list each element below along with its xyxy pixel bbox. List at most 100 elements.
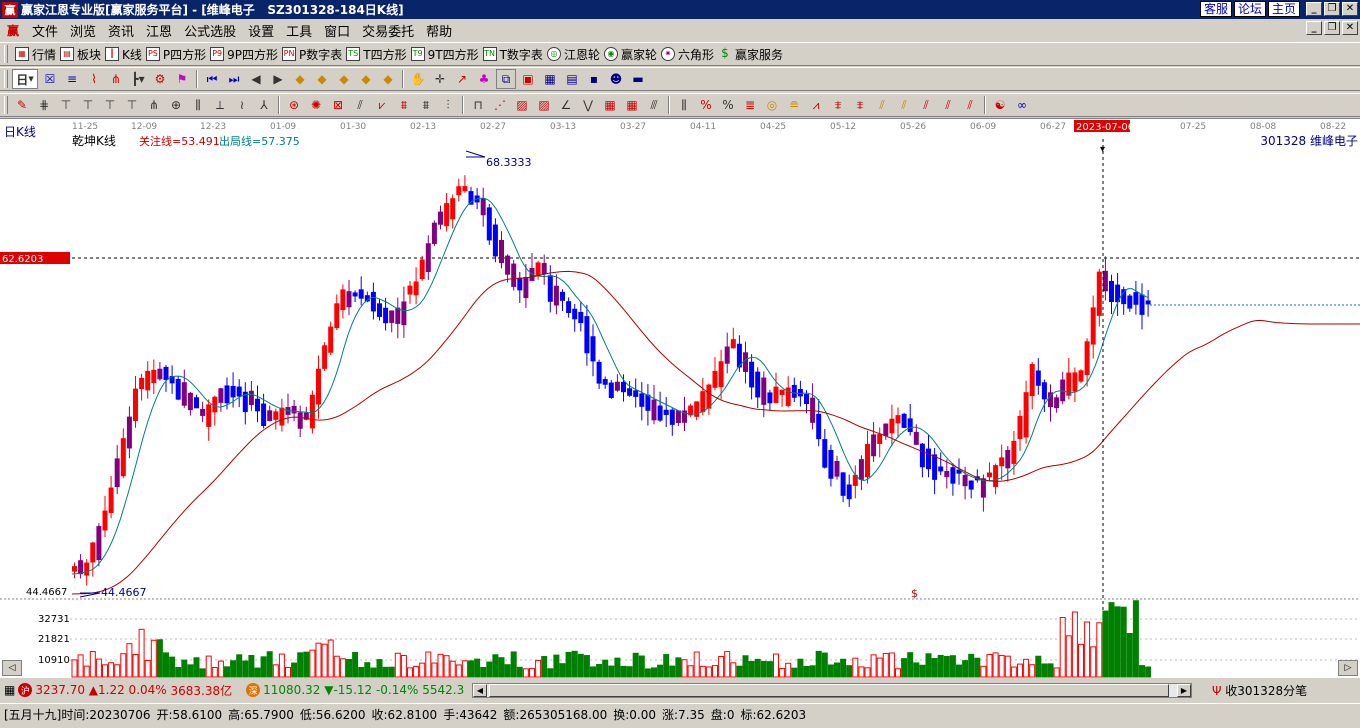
vlines-icon[interactable]: ⋕ xyxy=(34,95,54,115)
p-square-button[interactable]: PS P四方形 xyxy=(145,46,206,63)
angle-icon[interactable]: ∠ xyxy=(556,95,576,115)
menu-formula[interactable]: 公式选股 xyxy=(178,21,242,40)
speed-lines-icon[interactable]: ⫽ xyxy=(350,95,370,115)
menu-gann[interactable]: 江恩 xyxy=(140,21,178,40)
candle-chart-icon[interactable]: ⌇ xyxy=(84,69,104,89)
scroll-thumb[interactable] xyxy=(489,684,1169,697)
arrow-fan2-icon[interactable]: ⫽ xyxy=(894,95,914,115)
step-right-icon[interactable]: ▶ xyxy=(268,69,288,89)
fib2-icon[interactable]: ⊤ xyxy=(78,95,98,115)
chart-area[interactable]: 11-25 12-09 12-23 01-09 01-30 02-13 02-27 03-13… xyxy=(0,118,1360,679)
palette-icon[interactable]: ♣ xyxy=(474,69,494,89)
history-icon[interactable]: ☒ xyxy=(40,69,60,89)
gann-grid-icon[interactable]: ⩩ xyxy=(416,95,436,115)
fan-red-icon[interactable]: ⋰ xyxy=(490,95,510,115)
zoom-in-icon[interactable]: ◆ xyxy=(290,69,310,89)
arc-icon[interactable]: ⅄ xyxy=(254,95,274,115)
menu-news[interactable]: 资讯 xyxy=(102,21,140,40)
zoom-out-icon[interactable]: ◆ xyxy=(312,69,332,89)
ruler-icon[interactable]: ⫼ xyxy=(674,95,694,115)
truck-icon[interactable]: ▬ xyxy=(628,69,648,89)
period-select[interactable]: 日 ▼ xyxy=(12,69,38,89)
wave-icon[interactable]: ≀ xyxy=(232,95,252,115)
menu-browse[interactable]: 浏览 xyxy=(64,21,102,40)
infinity-icon[interactable]: ∞ xyxy=(1012,95,1032,115)
home-link[interactable]: 主页 xyxy=(1267,1,1300,17)
fan-icon[interactable]: ⊤ xyxy=(100,95,120,115)
gann-wheel-button[interactable]: ◎ 江恩轮 xyxy=(546,46,600,63)
calendar-icon[interactable]: ▣ xyxy=(518,69,538,89)
move-down-icon[interactable]: ◆ xyxy=(356,69,376,89)
step-left-icon[interactable]: ◀ xyxy=(246,69,266,89)
close-icon[interactable]: ✕ xyxy=(1342,2,1358,16)
taiji-icon[interactable]: ☯ xyxy=(990,95,1010,115)
draw-line-icon[interactable]: ↗ xyxy=(452,69,472,89)
hand-icon[interactable]: ✋ xyxy=(408,69,428,89)
grid-red-icon[interactable]: ▦ xyxy=(600,95,620,115)
sectors-button[interactable]: ▤ 板块 xyxy=(60,46,101,63)
percent-red-icon[interactable]: % xyxy=(696,95,716,115)
channel-icon[interactable]: ⋔ xyxy=(144,95,164,115)
menu-file[interactable]: 文件 xyxy=(26,21,64,40)
save-icon[interactable]: ▪ xyxy=(584,69,604,89)
forum-link[interactable]: 论坛 xyxy=(1233,1,1266,17)
vee-icon[interactable]: ⋁ xyxy=(578,95,598,115)
cycle-icon[interactable]: ⟂ xyxy=(210,95,230,115)
hexagon-button[interactable]: ✷ 六角形 xyxy=(660,46,714,63)
multi-chart-icon[interactable]: ⋔ xyxy=(106,69,126,89)
speed-icon[interactable]: ⩘ xyxy=(806,95,826,115)
spiral-icon[interactable]: ⫽ xyxy=(916,95,936,115)
quotes-button[interactable]: ▦ 行情 xyxy=(15,46,56,63)
scroll-left-icon[interactable]: ◀ xyxy=(473,684,487,697)
minimize-icon[interactable]: _ xyxy=(1306,2,1322,16)
spiral2-icon[interactable]: ⫽ xyxy=(938,95,958,115)
child-minimize-icon[interactable]: _ xyxy=(1306,21,1322,35)
grid-red2-icon[interactable]: ▦ xyxy=(622,95,642,115)
winner-service-button[interactable]: $ 赢家服务 xyxy=(718,46,783,63)
fib-icon[interactable]: ⊤ xyxy=(56,95,76,115)
winner-wheel-button[interactable]: ◉ 赢家轮 xyxy=(603,46,657,63)
horizontal-scrollbar[interactable]: ◀ ▶ xyxy=(472,683,1192,698)
t-number-button[interactable]: TN T数字表 xyxy=(482,46,543,63)
coin-lines-icon[interactable]: ≘ xyxy=(784,95,804,115)
p9-square-button[interactable]: P9 9P四方形 xyxy=(210,46,278,63)
fan2-icon[interactable]: ⊤ xyxy=(122,95,142,115)
restore-icon[interactable]: ❐ xyxy=(1324,2,1340,16)
formula-icon[interactable]: ⚙ xyxy=(150,69,170,89)
bars-icon[interactable]: ⫼ xyxy=(188,95,208,115)
menu-tools[interactable]: 工具 xyxy=(280,21,318,40)
first-bar-icon[interactable]: ⏮ xyxy=(202,69,222,89)
mdi-app-icon[interactable]: 赢 xyxy=(4,22,22,38)
bar-type-icon[interactable]: ┣▾ xyxy=(128,69,148,89)
square-grid-icon[interactable]: ⊠ xyxy=(328,95,348,115)
gann-fan-icon[interactable]: ⩗ xyxy=(372,95,392,115)
arrow-fan-icon[interactable]: ⫽ xyxy=(872,95,892,115)
tab-left-arrow[interactable]: ◁ xyxy=(2,660,22,676)
table-icon[interactable]: ▦ xyxy=(540,69,560,89)
levels-icon[interactable]: ≣ xyxy=(740,95,760,115)
star-icon[interactable]: ✺ xyxy=(306,95,326,115)
menu-help[interactable]: 帮助 xyxy=(420,21,458,40)
menu-trade[interactable]: 交易委托 xyxy=(356,21,420,40)
compare-icon[interactable]: ≡ xyxy=(62,69,82,89)
pen-icon[interactable]: ✎ xyxy=(12,95,32,115)
kline-button[interactable]: ┃ K线 xyxy=(105,46,142,63)
move-up-icon[interactable]: ◆ xyxy=(334,69,354,89)
last-bar-icon[interactable]: ⏭ xyxy=(224,69,244,89)
people-icon[interactable]: ☻ xyxy=(606,69,626,89)
tab-right-arrow[interactable]: ▷ xyxy=(1338,660,1358,676)
fib-box-icon[interactable]: ⊓ xyxy=(468,95,488,115)
child-close-icon[interactable]: ✕ xyxy=(1342,21,1358,35)
parallel-icon[interactable]: ⫻ xyxy=(644,95,664,115)
shade2-icon[interactable]: ▨ xyxy=(534,95,554,115)
kline-chart[interactable]: 11-25 12-09 12-23 01-09 01-30 02-13 02-27 03-13… xyxy=(0,119,1360,679)
spiral3-icon[interactable]: ⫽ xyxy=(960,95,980,115)
circle-grid-icon[interactable]: ⊕ xyxy=(166,95,186,115)
gann-box-icon[interactable]: ⩩ xyxy=(394,95,414,115)
service-link[interactable]: 客服 xyxy=(1199,1,1232,17)
t-square-button[interactable]: TS T四方形 xyxy=(346,46,407,63)
percent-icon[interactable]: % xyxy=(718,95,738,115)
center-icon[interactable]: ◆ xyxy=(378,69,398,89)
overlay-icon[interactable]: ⧉ xyxy=(496,69,516,89)
grid-small-icon[interactable]: ▦ xyxy=(4,683,15,697)
